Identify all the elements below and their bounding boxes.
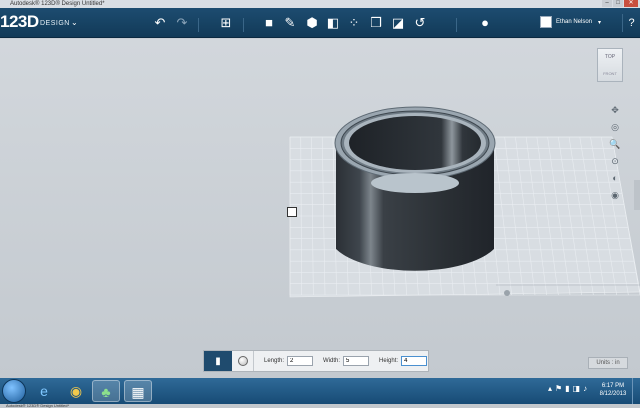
tray-network-icon[interactable]: ◨ <box>573 384 581 393</box>
toolbar-divider <box>198 18 199 32</box>
tray-volume-icon[interactable]: ♪ <box>583 384 587 393</box>
width-label: Width: <box>323 358 341 364</box>
app-logo-sub: DESIGN <box>40 20 70 27</box>
toolbar-divider <box>456 18 457 32</box>
taskbar-123d-icon[interactable]: ▦ <box>124 380 152 402</box>
material-icon[interactable]: ● <box>476 14 494 32</box>
height-label: Height: <box>379 358 399 364</box>
show-desktop-button[interactable] <box>632 378 640 404</box>
user-account[interactable]: Ethan Nelson ▾ <box>540 16 601 28</box>
transform-icon[interactable]: ⊞ <box>217 14 235 32</box>
cylinder-model[interactable] <box>334 106 496 271</box>
viewcube-front-label: FRONT <box>603 71 617 76</box>
box-primitive-button[interactable]: ▮ <box>204 351 232 371</box>
tray-flag-icon[interactable]: ⚑ <box>555 384 562 393</box>
system-tray: ▴ ⚑ ▮ ◨ ♪ <box>548 384 587 393</box>
app-menu-chevron-icon[interactable]: ⌄ <box>71 18 78 27</box>
viewcube-top-label: TOP <box>604 54 616 60</box>
viewcube[interactable]: TOP FRONT <box>597 48 623 82</box>
bottom-window-label: Autodesk® 123D® Design Untitled* <box>0 404 640 408</box>
clock-time: 6:17 PM <box>601 383 625 389</box>
user-menu-chevron-icon[interactable]: ▾ <box>598 19 601 26</box>
chrome-icon[interactable]: ◉ <box>62 380 90 402</box>
redo-icon[interactable]: ↷ <box>173 14 191 32</box>
views-icon[interactable]: ◐ <box>609 172 621 184</box>
fit-view-icon[interactable]: ⊙ <box>609 155 621 167</box>
windows-taskbar: e ◉ ♣ ▦ ▴ ⚑ ▮ ◨ ♪ 6:17 PM 8/12/2013 <box>0 378 640 404</box>
primitive-properties-bar: ▮ Length: Width: Height: <box>203 350 429 372</box>
app-logo[interactable]: 123D <box>0 12 39 32</box>
navbar-scroll-strip[interactable] <box>634 180 640 210</box>
tray-expand-icon[interactable]: ▴ <box>548 384 552 393</box>
maximize-button[interactable]: □ <box>613 0 623 7</box>
grid-origin-marker <box>504 290 510 296</box>
measure-icon[interactable]: ↺ <box>411 14 429 32</box>
width-input[interactable] <box>343 356 370 366</box>
undo-icon[interactable]: ↶ <box>151 14 169 32</box>
sphere-icon <box>237 356 248 366</box>
main-toolbar: 123D DESIGN ⌄ ↶ ↷ ⊞ ■ ✎ ⬢ ◧ ⁘ ❒ ◪ ↺ ● Et… <box>0 8 640 38</box>
length-label: Length: <box>264 358 285 364</box>
user-name: Ethan Nelson <box>556 19 593 25</box>
group-icon[interactable]: ❒ <box>367 14 385 32</box>
height-input[interactable] <box>401 356 428 366</box>
start-button[interactable] <box>2 379 26 403</box>
pan-icon[interactable]: ✥ <box>609 104 621 116</box>
primitives-cube-icon[interactable]: ■ <box>260 14 278 32</box>
modify-icon[interactable]: ◧ <box>324 14 342 32</box>
avatar <box>540 16 552 28</box>
taskbar-clock[interactable]: 6:17 PM 8/12/2013 <box>596 382 630 398</box>
3d-viewport[interactable] <box>0 39 640 378</box>
orbit-icon[interactable]: ◎ <box>609 121 621 133</box>
window-titlebar: Autodesk® 123D® Design Untitled* – □ ✕ <box>0 0 640 8</box>
minimize-button[interactable]: – <box>602 0 612 7</box>
help-button[interactable]: ? <box>622 14 640 32</box>
box-icon: ▮ <box>215 355 221 367</box>
sphere-primitive-button[interactable] <box>232 351 254 371</box>
taskbar-app-icon[interactable]: ♣ <box>92 380 120 402</box>
sketch-icon[interactable]: ✎ <box>281 14 299 32</box>
pivot-point-icon[interactable] <box>287 207 297 217</box>
visibility-eye-icon[interactable]: ◉ <box>609 189 621 201</box>
clock-date: 8/12/2013 <box>599 391 627 397</box>
zoom-icon[interactable]: 🔍 <box>609 138 621 150</box>
window-controls: – □ ✕ <box>602 0 638 7</box>
navigation-bar: ✥ ◎ 🔍 ⊙ ◐ ◉ <box>608 100 622 210</box>
close-button[interactable]: ✕ <box>624 0 638 7</box>
combine-icon[interactable]: ◪ <box>389 14 407 32</box>
units-button[interactable]: Units : in <box>588 357 628 369</box>
internet-explorer-icon[interactable]: e <box>30 380 58 402</box>
toolbar-divider <box>243 18 244 32</box>
construct-icon[interactable]: ⬢ <box>303 14 321 32</box>
scene-canvas[interactable] <box>0 39 640 378</box>
length-input[interactable] <box>287 356 314 366</box>
window-title: Autodesk® 123D® Design Untitled* <box>10 1 105 7</box>
pattern-icon[interactable]: ⁘ <box>345 14 363 32</box>
tray-battery-icon[interactable]: ▮ <box>565 384 569 393</box>
